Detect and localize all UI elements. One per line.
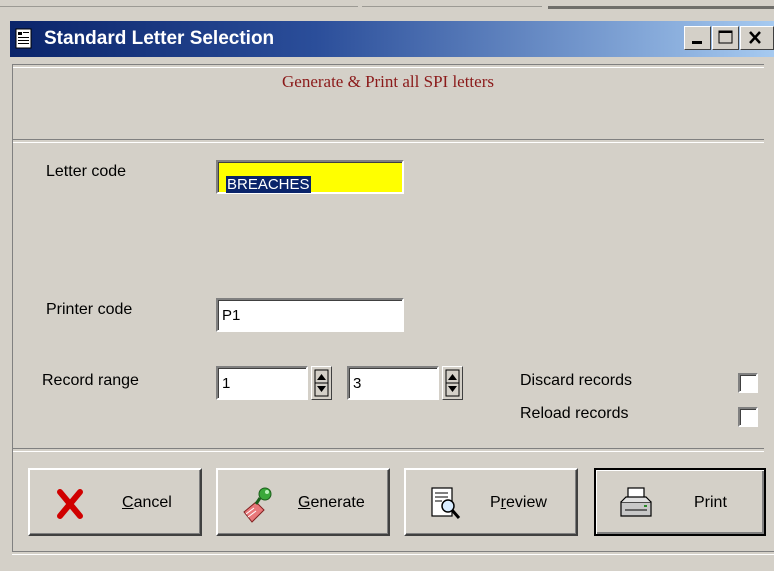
button-bar-separator (12, 448, 764, 452)
background-divider (362, 6, 542, 17)
record-range-label: Record range (42, 372, 139, 389)
background-divider (548, 6, 774, 19)
close-button[interactable] (740, 26, 774, 50)
header-separator (12, 139, 764, 143)
record-range-from-field[interactable]: 1 (216, 366, 308, 400)
preview-label: Preview (490, 494, 547, 511)
reload-records-checkbox[interactable] (738, 407, 758, 427)
heading-text: Generate & Print all SPI letters (282, 72, 494, 91)
print-label: Print (694, 494, 727, 511)
red-x-icon (57, 489, 83, 519)
printer-code-label: Printer code (46, 301, 133, 318)
discard-records-checkbox[interactable] (738, 373, 758, 393)
cancel-button[interactable]: Cancel (28, 468, 202, 536)
record-range-to-spinner[interactable] (442, 366, 463, 400)
generate-icon (243, 487, 272, 523)
generate-label: Generate (298, 494, 365, 511)
top-separator (12, 64, 764, 68)
cancel-label: Cancel (122, 494, 172, 511)
record-range-from-spinner[interactable] (311, 366, 332, 400)
record-range-from-value: 1 (222, 375, 231, 392)
printer-code-value: P1 (222, 307, 241, 324)
preview-icon (431, 487, 461, 519)
record-range-to-field[interactable]: 3 (347, 366, 439, 400)
spinner-arrows-icon (445, 369, 460, 397)
record-range-to-value: 3 (353, 375, 362, 392)
reload-records-label: Reload records (520, 405, 629, 422)
spinner-arrows-icon (314, 369, 329, 397)
window-title: Standard Letter Selection (44, 28, 275, 49)
minimize-icon (692, 41, 702, 44)
panel-left-border (12, 64, 13, 552)
maximize-button[interactable] (712, 26, 739, 50)
title-bar[interactable]: Standard Letter Selection (10, 21, 774, 57)
close-icon (749, 31, 761, 44)
generate-button[interactable]: Generate (216, 468, 390, 536)
minimize-button[interactable] (684, 26, 711, 50)
app-document-icon (15, 28, 32, 49)
letter-code-field[interactable]: BREACHES (216, 160, 404, 194)
maximize-icon (718, 30, 733, 44)
letter-code-label: Letter code (46, 163, 127, 180)
printer-code-field[interactable]: P1 (216, 298, 404, 332)
background-divider (0, 6, 358, 17)
printer-icon (620, 487, 652, 517)
preview-button[interactable]: Preview (404, 468, 578, 536)
letter-code-value: BREACHES (226, 176, 311, 193)
panel-bottom-border (12, 551, 774, 555)
discard-records-label: Discard records (520, 372, 633, 389)
print-button[interactable]: Print (594, 468, 766, 536)
